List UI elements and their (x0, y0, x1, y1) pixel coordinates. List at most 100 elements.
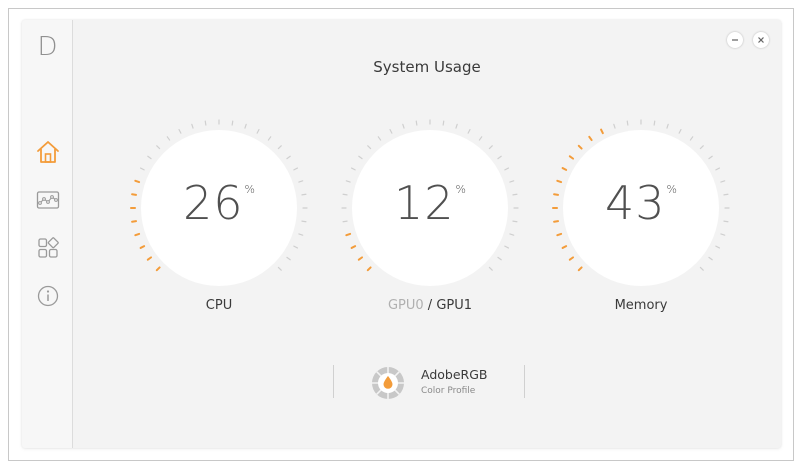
gauge-tick (166, 136, 171, 141)
color-profile-icon (372, 367, 404, 399)
gauge-tick (699, 266, 704, 271)
apps-icon (38, 237, 59, 258)
gauge-tick-active (568, 256, 575, 261)
gauge-tick (708, 155, 713, 160)
gauge-tick (613, 123, 616, 129)
gauge-tick (256, 128, 260, 134)
cpu-gauge-value: 26% (129, 176, 309, 230)
gauge-tick (455, 123, 458, 129)
app-logo: D (37, 32, 58, 62)
sidebar-item-monitoring[interactable] (32, 184, 64, 216)
gauge-tick (689, 136, 694, 141)
gauge-tick (509, 233, 515, 236)
app-window: D System Usage 26% CPU 12% GPU0 / GPU1 4… (22, 20, 781, 448)
sidebar-item-apps[interactable] (32, 232, 64, 264)
gauge-tick-active (568, 155, 575, 160)
minimize-button[interactable] (727, 32, 743, 48)
gauge-tick-active (366, 266, 372, 272)
gauge-tick-active (357, 256, 364, 261)
gauge-tick (497, 256, 502, 261)
gauge-tick (488, 145, 493, 150)
gauge-tick-active (134, 232, 141, 237)
memory-gauge: 43% (551, 118, 731, 298)
memory-value-unit: % (666, 183, 677, 196)
gauge-tick (298, 233, 304, 236)
gauge-tick (478, 136, 483, 141)
gauge-tick (720, 233, 726, 236)
info-icon (37, 285, 59, 307)
gauge-tick (488, 266, 493, 271)
gauge-tick (139, 167, 145, 171)
memory-gauge-value: 43% (551, 176, 731, 230)
gauge-tick-active (577, 266, 583, 272)
gauge-tick (293, 245, 299, 249)
sidebar: D (22, 20, 73, 448)
monitoring-icon (36, 191, 60, 209)
gauge-tick (402, 123, 405, 129)
gauge-tick-active (146, 256, 153, 261)
gauge-tick (286, 155, 291, 160)
gauge-tick (715, 245, 721, 249)
gauge-tick (367, 145, 372, 150)
gpu-label: GPU0 / GPU1 (340, 298, 520, 313)
cpu-label: CPU (205, 298, 233, 313)
gpu0-tab[interactable]: GPU0 (388, 298, 424, 313)
gauge-tick (204, 120, 207, 126)
gauge-tick (178, 128, 182, 134)
color-profile-selector[interactable]: AdobeRGB Color Profile (370, 365, 510, 401)
gauge-tick (191, 123, 194, 129)
gauge-tick (442, 120, 445, 126)
divider-left (333, 365, 334, 398)
color-profile-name: AdobeRGB (421, 367, 488, 382)
gauge-tick (358, 155, 363, 160)
gauge-tick (699, 145, 704, 150)
gauge-tick (377, 136, 382, 141)
gpu-value-unit: % (455, 183, 466, 196)
gauge-tick (267, 136, 272, 141)
gauge-tick-active (345, 232, 352, 237)
gpu-gauge-value: 12% (340, 176, 520, 230)
gauge-tick-active (588, 135, 593, 142)
gauge-tick-active (561, 245, 568, 249)
gpu-value-number: 12 (394, 176, 455, 230)
gauge-tick-active (600, 128, 604, 135)
gauge-tick (666, 123, 669, 129)
home-icon (37, 141, 59, 163)
memory-label: Memory (614, 298, 668, 313)
gauge-tick-active (350, 245, 357, 249)
gauge-tick-active (155, 266, 161, 272)
gauge-tick (244, 123, 247, 129)
gauge-tick (286, 256, 291, 261)
minimize-icon (732, 39, 738, 41)
gauge-tick (626, 120, 629, 126)
gauge-tick (415, 120, 418, 126)
memory-value-number: 43 (605, 176, 666, 230)
close-icon (758, 37, 764, 43)
gpu-label-separator: / (423, 298, 437, 313)
gauge-tick (504, 167, 510, 171)
page-title: System Usage (373, 58, 481, 76)
gauge-tick (156, 145, 161, 150)
gauge-tick (147, 155, 152, 160)
sidebar-item-info[interactable] (32, 280, 64, 312)
gauge-tick (293, 167, 299, 171)
gauge-tick-active (139, 245, 146, 249)
gauge-tick (231, 120, 234, 126)
gauge-tick (277, 266, 282, 271)
gauge-tick (715, 167, 721, 171)
gauge-tick-active (577, 144, 583, 150)
gauge-tick (504, 245, 510, 249)
gauge-tick-active (561, 167, 568, 171)
gauge-tick (467, 128, 471, 134)
gauge-tick-active (556, 232, 563, 237)
gauge-tick (389, 128, 393, 134)
color-profile-subtitle: Color Profile (421, 386, 476, 396)
gauge-tick (350, 167, 356, 171)
gauge-tick (708, 256, 713, 261)
gauge-tick (277, 145, 282, 150)
cpu-gauge: 26% (129, 118, 309, 298)
sidebar-item-home[interactable] (32, 136, 64, 168)
gpu1-tab[interactable]: GPU1 (436, 298, 472, 313)
gauge-tick (653, 120, 656, 126)
close-button[interactable] (753, 32, 769, 48)
